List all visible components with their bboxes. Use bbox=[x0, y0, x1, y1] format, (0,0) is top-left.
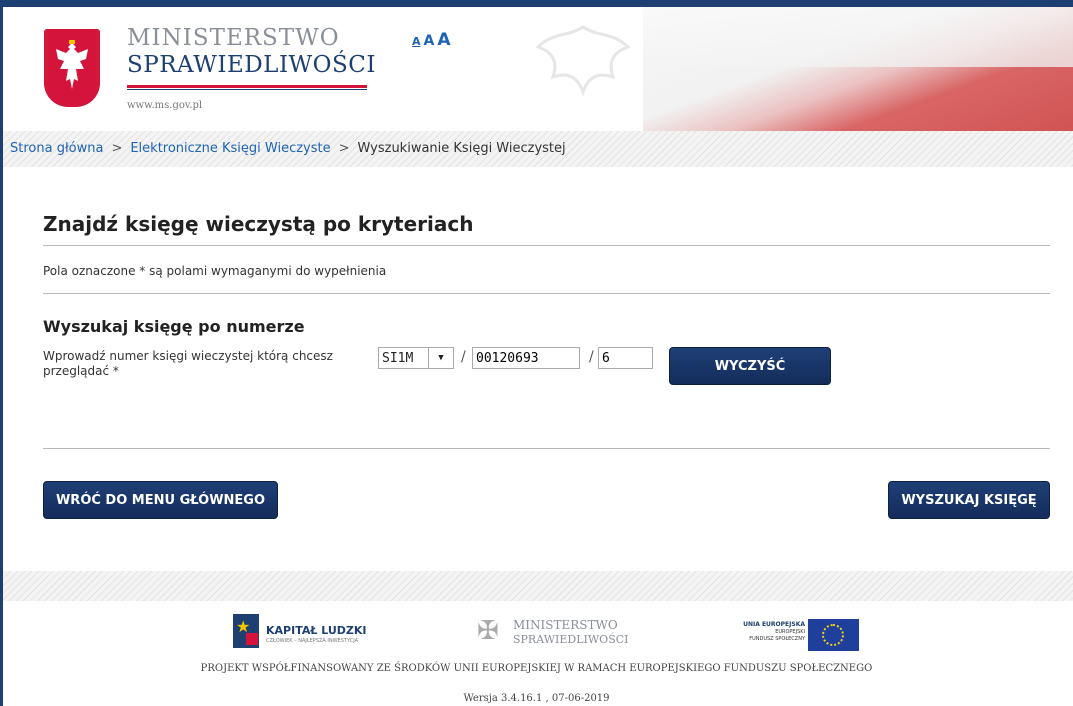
divider bbox=[43, 448, 1050, 449]
flag-banner-overlay bbox=[643, 7, 1073, 67]
logo-red-rule bbox=[127, 85, 367, 88]
eu-subtitle: EUROPEJSKI FUNDUSZ SPOŁECZNY bbox=[708, 629, 805, 643]
eagle-watermark bbox=[483, 17, 683, 127]
eu-title: UNIA EUROPEJSKA bbox=[743, 621, 805, 628]
breadcrumb-separator: > bbox=[338, 141, 350, 156]
page-title: Znajdź księgę wieczystą po kryteriach bbox=[43, 212, 474, 236]
font-size-switcher: AAA bbox=[412, 30, 454, 50]
number-separator: / bbox=[589, 349, 594, 365]
divider bbox=[43, 293, 1050, 294]
court-code-value: SI1M bbox=[382, 351, 414, 366]
eu-subtitle-line2: FUNDUSZ SPOŁECZNY bbox=[749, 636, 805, 642]
breadcrumb-current: Wyszukiwanie Księgi Wieczystej bbox=[357, 141, 566, 156]
back-to-menu-button[interactable]: WRÓĆ DO MENU GŁÓWNEGO bbox=[43, 481, 278, 519]
eu-flag-icon bbox=[808, 619, 859, 651]
search-book-button[interactable]: WYSZUKAJ KSIĘGĘ bbox=[888, 481, 1050, 519]
ministry-eagle-icon: ✠ bbox=[477, 616, 499, 646]
book-number-label: Wprowadź numer księgi wieczystej którą c… bbox=[43, 349, 333, 378]
font-size-medium-link[interactable]: A bbox=[424, 33, 435, 49]
footer-separator bbox=[3, 571, 1073, 601]
breadcrumb-separator: > bbox=[111, 141, 123, 156]
top-bar bbox=[0, 0, 1073, 7]
eu-subtitle-line1: EUROPEJSKI bbox=[775, 629, 805, 635]
version-text: Wersja 3.4.16.1 , 07-06-2019 bbox=[463, 693, 610, 704]
section-title: Wyszukaj księgę po numerze bbox=[43, 317, 305, 336]
breadcrumb-ekw-link[interactable]: Elektroniczne Księgi Wieczyste bbox=[130, 141, 330, 156]
ministry-url: www.ms.gov.pl bbox=[127, 100, 203, 111]
breadcrumb-home-link[interactable]: Strona główna bbox=[10, 141, 103, 156]
eagle-icon bbox=[56, 40, 88, 89]
footer-ministry-line1: MINISTERSTWO bbox=[513, 618, 618, 632]
ministry-name-line2: SPRAWIEDLIWOŚCI bbox=[127, 52, 376, 78]
ministry-name-line1: MINISTERSTWO bbox=[127, 25, 340, 51]
book-number-input[interactable] bbox=[472, 347, 580, 369]
footer-ministry-line2: SPRAWIEDLIWOŚCI bbox=[513, 633, 629, 646]
logo-navy-rule bbox=[127, 89, 367, 90]
font-size-large-link[interactable]: A bbox=[437, 30, 450, 50]
dropdown-arrow-icon[interactable]: ▼ bbox=[428, 348, 453, 368]
kapital-ludzki-title: KAPITAŁ LUDZKI bbox=[266, 624, 367, 637]
court-code-select[interactable]: SI1M ▼ bbox=[378, 347, 454, 369]
divider bbox=[43, 245, 1050, 246]
number-separator: / bbox=[461, 349, 466, 365]
polish-eagle-logo[interactable] bbox=[44, 29, 100, 107]
kl-red-square bbox=[246, 633, 258, 645]
font-size-small-link[interactable]: A bbox=[412, 35, 421, 48]
check-digit-input[interactable] bbox=[598, 347, 653, 369]
project-cofinancing-text: PROJEKT WSPÓŁFINANSOWANY ZE ŚRODKÓW UNII… bbox=[200, 663, 873, 674]
clear-button[interactable]: WYCZYŚĆ bbox=[669, 347, 831, 385]
kapital-ludzki-subtitle: CZŁOWIEK – NAJLEPSZA INWESTYCJA bbox=[266, 638, 359, 644]
required-fields-note: Pola oznaczone * są polami wymaganymi do… bbox=[43, 264, 387, 278]
breadcrumb: Strona główna > Elektroniczne Księgi Wiecz… bbox=[3, 131, 1073, 167]
